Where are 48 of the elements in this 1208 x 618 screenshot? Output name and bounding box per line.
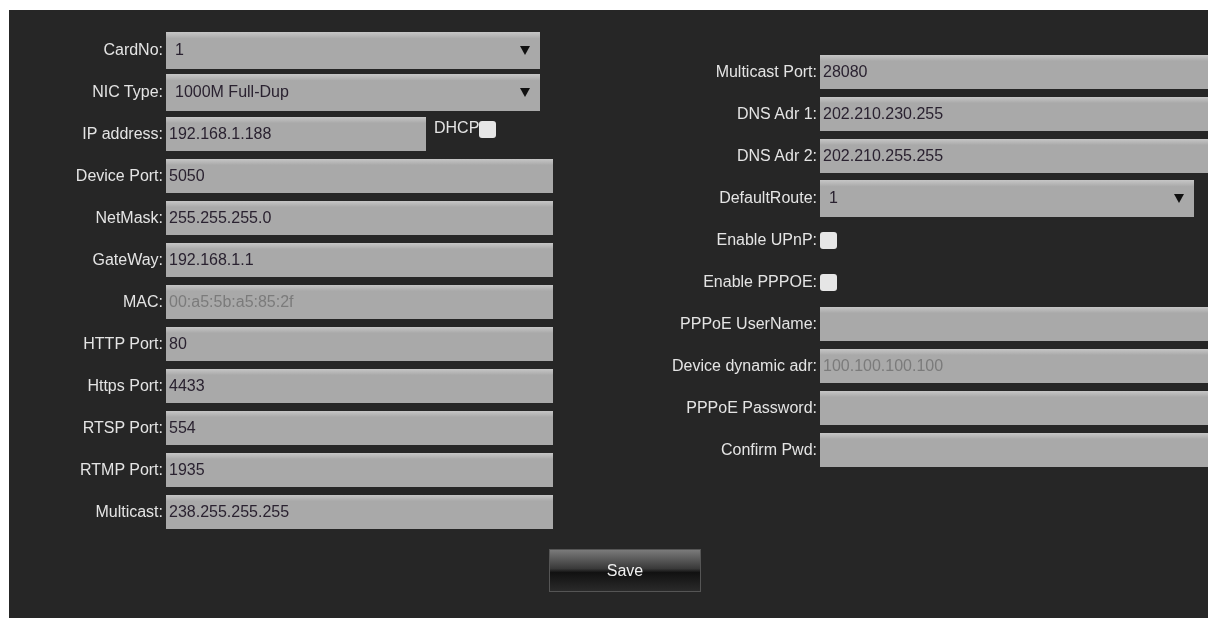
field-label: RTSP Port:	[81, 419, 164, 437]
field-label: NetMask:	[94, 209, 164, 227]
field-label: DNS Adr 1:	[735, 105, 818, 123]
dropdown[interactable]: 1	[166, 31, 540, 69]
input-field[interactable]: 255.255.255.0	[166, 201, 553, 235]
field-label: GateWay:	[91, 251, 164, 269]
field-label: Confirm Pwd:	[719, 441, 818, 459]
checkbox-label: DHCP	[434, 119, 480, 137]
dropdown[interactable]: 1	[820, 179, 1194, 217]
input-field[interactable]: 192.168.1.188	[166, 117, 426, 151]
input-field[interactable]: 4433	[166, 369, 553, 403]
input-field[interactable]: 202.210.230.255	[820, 97, 1208, 131]
field-label: PPPoE UserName:	[679, 315, 818, 333]
caret-icon	[1174, 193, 1184, 203]
input-field[interactable]	[820, 433, 1208, 467]
checkbox[interactable]	[479, 121, 497, 138]
input-field[interactable]	[820, 391, 1208, 425]
dropdown[interactable]: 1000M Full-Dup	[166, 73, 540, 111]
caret-icon	[520, 87, 530, 97]
field-label: Device Port:	[74, 167, 164, 185]
input-field[interactable]: 202.210.255.255	[820, 139, 1208, 173]
field-label: DNS Adr 2:	[735, 147, 818, 165]
field-label: Https Port:	[86, 377, 164, 395]
field-label: RTMP Port:	[79, 461, 164, 479]
field-label: Multicast:	[94, 503, 164, 521]
field-label: NIC Type:	[91, 83, 164, 101]
field-label: Enable PPPOE:	[702, 273, 818, 291]
field-label: Enable UPnP:	[715, 231, 818, 249]
input-field[interactable]: 554	[166, 411, 553, 445]
checkbox[interactable]	[820, 231, 837, 249]
field-label: IP address:	[81, 125, 164, 143]
field-label: CardNo:	[102, 41, 164, 59]
save-button[interactable]: Save	[549, 549, 701, 592]
field-label: Device dynamic adr:	[671, 357, 818, 375]
caret-icon	[520, 45, 530, 55]
field-label: MAC:	[122, 293, 164, 311]
input-field[interactable]	[820, 307, 1208, 341]
input-field[interactable]: 192.168.1.1	[166, 243, 553, 277]
input-field[interactable]: 80	[166, 327, 553, 361]
field-label: HTTP Port:	[82, 335, 164, 353]
input-field[interactable]: 28080	[820, 55, 1208, 89]
input-field[interactable]: 5050	[166, 159, 553, 193]
field-label: PPPoE Password:	[685, 399, 818, 417]
input-field[interactable]: 238.255.255.255	[166, 495, 553, 529]
field-label: DefaultRoute:	[718, 189, 818, 207]
input-field[interactable]: 1935	[166, 453, 553, 487]
field-label: Multicast Port:	[714, 63, 818, 81]
checkbox[interactable]	[820, 273, 837, 291]
